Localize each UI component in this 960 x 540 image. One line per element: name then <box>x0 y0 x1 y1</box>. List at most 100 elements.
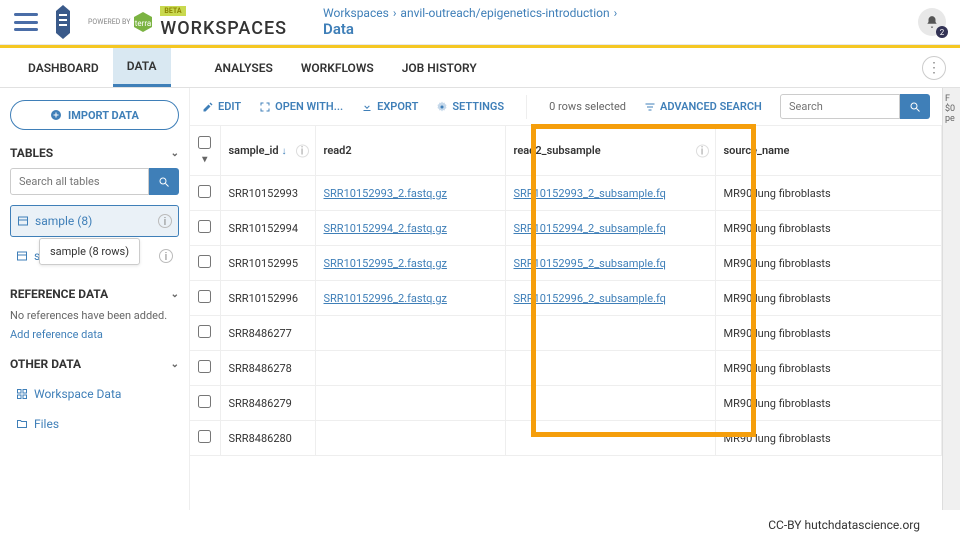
row-checkbox[interactable] <box>198 290 211 303</box>
notifications-badge: 2 <box>936 26 948 38</box>
hamburger-menu[interactable] <box>14 13 38 31</box>
select-all-checkbox[interactable] <box>198 136 211 149</box>
cell-read2-subsample <box>505 316 715 351</box>
download-icon <box>361 101 373 113</box>
read2-link[interactable]: SRR10152996_2.fastq.gz <box>324 292 447 305</box>
files-item[interactable]: Files <box>10 409 179 439</box>
tab-analyses[interactable]: ANALYSES <box>201 48 287 87</box>
cell-read2-subsample: SRR10152996_2_subsample.fq <box>505 281 715 316</box>
chevron-down-icon: ⌄ <box>171 148 179 159</box>
table-row: SRR10152996 SRR10152996_2.fastq.gz SRR10… <box>190 281 942 316</box>
col-sample-id[interactable]: sample_id↓i <box>220 126 315 176</box>
cell-read2-subsample: SRR10152995_2_subsample.fq <box>505 246 715 281</box>
plus-icon <box>50 109 62 121</box>
table-item-label: sample (8) <box>35 214 92 228</box>
expand-icon <box>259 101 271 113</box>
info-icon[interactable]: i <box>159 249 173 263</box>
tab-workflows[interactable]: WORKFLOWS <box>287 48 388 87</box>
chevron-down-icon: ⌄ <box>171 359 179 370</box>
notifications-button[interactable]: 2 <box>918 8 946 36</box>
col-source-name[interactable]: source_name <box>715 126 942 176</box>
row-checkbox[interactable] <box>198 395 211 408</box>
other-data-header[interactable]: OTHER DATA⌄ <box>10 357 179 371</box>
table-row: SRR10152995 SRR10152995_2.fastq.gz SRR10… <box>190 246 942 281</box>
row-checkbox[interactable] <box>198 360 211 373</box>
col-read2[interactable]: read2 <box>315 126 505 176</box>
cell-sample-id: SRR8486279 <box>220 386 315 421</box>
table-search-input[interactable] <box>780 94 900 119</box>
reference-data-header[interactable]: REFERENCE DATA⌄ <box>10 287 179 301</box>
cell-source-name: MR90 lung fibroblasts <box>715 281 942 316</box>
data-table: ▾ sample_id↓i read2 read2_subsamplei sou… <box>190 126 942 456</box>
svg-text:terra: terra <box>135 19 151 28</box>
add-reference-link[interactable]: Add reference data <box>10 328 179 341</box>
row-checkbox[interactable] <box>198 325 211 338</box>
cell-read2-subsample: SRR10152993_2_subsample.fq <box>505 176 715 211</box>
subsample-link[interactable]: SRR10152993_2_subsample.fq <box>514 187 666 200</box>
row-checkbox[interactable] <box>198 185 211 198</box>
attribution-footer: CC-BY hutchdatascience.org <box>0 510 960 540</box>
search-icon <box>909 101 921 113</box>
col-read2-subsample[interactable]: read2_subsamplei <box>505 126 715 176</box>
cell-sample-id: SRR10152996 <box>220 281 315 316</box>
info-icon[interactable]: i <box>296 144 309 157</box>
cell-sample-id: SRR8486280 <box>220 421 315 456</box>
beta-badge: BETA <box>160 6 186 16</box>
subsample-link[interactable]: SRR10152995_2_subsample.fq <box>514 257 666 270</box>
read2-link[interactable]: SRR10152993_2.fastq.gz <box>324 187 447 200</box>
tables-header[interactable]: TABLES⌄ <box>10 146 179 160</box>
subsample-link[interactable]: SRR10152994_2_subsample.fq <box>514 222 666 235</box>
import-data-button[interactable]: IMPORT DATA <box>10 100 179 130</box>
breadcrumb-path[interactable]: anvil-outreach/epigenetics-introduction <box>400 6 609 20</box>
cell-read2-subsample: SRR10152994_2_subsample.fq <box>505 211 715 246</box>
row-checkbox[interactable] <box>198 430 211 443</box>
workspace-tabs: DASHBOARD DATA ANALYSES WORKFLOWS JOB HI… <box>0 48 960 88</box>
chevron-down-icon[interactable]: ▾ <box>202 154 207 165</box>
cell-source-name: MR90 lung fibroblasts <box>715 421 942 456</box>
cell-source-name: MR90 lung fibroblasts <box>715 211 942 246</box>
export-button[interactable]: EXPORT <box>361 100 418 113</box>
tab-job-history[interactable]: JOB HISTORY <box>388 48 491 87</box>
read2-link[interactable]: SRR10152994_2.fastq.gz <box>324 222 447 235</box>
table-row: SRR8486279 MR90 lung fibroblasts <box>190 386 942 421</box>
cell-read2-subsample <box>505 386 715 421</box>
right-panel[interactable]: F$0pe <box>942 88 960 510</box>
workspace-data-item[interactable]: Workspace Data <box>10 379 179 409</box>
rows-selected-label: 0 rows selected <box>549 100 626 113</box>
kebab-menu[interactable]: ⋮ <box>922 56 946 80</box>
data-content: EDIT OPEN WITH... EXPORT SETTINGS 0 rows… <box>190 88 942 510</box>
breadcrumb-root[interactable]: Workspaces <box>323 6 389 20</box>
edit-button[interactable]: EDIT <box>202 100 241 113</box>
sort-icon[interactable]: ↓ <box>282 146 287 157</box>
search-icon <box>158 176 170 188</box>
read2-link[interactable]: SRR10152995_2.fastq.gz <box>324 257 447 270</box>
open-with-button[interactable]: OPEN WITH... <box>259 100 343 113</box>
settings-button[interactable]: SETTINGS <box>436 100 504 113</box>
cell-read2: SRR10152993_2.fastq.gz <box>315 176 505 211</box>
table-row: SRR10152994 SRR10152994_2.fastq.gz SRR10… <box>190 211 942 246</box>
table-search-button[interactable] <box>900 94 930 119</box>
cell-read2 <box>315 421 505 456</box>
cell-sample-id: SRR8486277 <box>220 316 315 351</box>
info-icon[interactable]: i <box>696 144 709 157</box>
reference-empty-text: No references have been added. <box>10 309 179 322</box>
cell-read2: SRR10152995_2.fastq.gz <box>315 246 505 281</box>
advanced-search-button[interactable]: ADVANCED SEARCH <box>644 100 762 113</box>
tab-data[interactable]: DATA <box>113 48 171 87</box>
brand-title: WORKSPACES <box>160 18 287 39</box>
table-toolbar: EDIT OPEN WITH... EXPORT SETTINGS 0 rows… <box>190 88 942 126</box>
tab-dashboard[interactable]: DASHBOARD <box>14 48 113 87</box>
left-sidebar: IMPORT DATA TABLES⌄ sample (8) i sample … <box>0 88 190 510</box>
tables-search-input[interactable] <box>10 168 149 195</box>
table-icon <box>16 250 28 262</box>
pencil-icon <box>202 101 214 113</box>
table-item-sample[interactable]: sample (8) i sample (8 rows) <box>10 205 179 237</box>
row-checkbox[interactable] <box>198 255 211 268</box>
info-icon[interactable]: i <box>158 214 172 228</box>
breadcrumb: Workspaces›anvil-outreach/epigenetics-in… <box>323 6 621 38</box>
row-checkbox[interactable] <box>198 220 211 233</box>
terra-logo <box>50 5 76 39</box>
subsample-link[interactable]: SRR10152996_2_subsample.fq <box>514 292 666 305</box>
tables-search-button[interactable] <box>149 168 179 195</box>
folder-icon <box>16 418 28 430</box>
